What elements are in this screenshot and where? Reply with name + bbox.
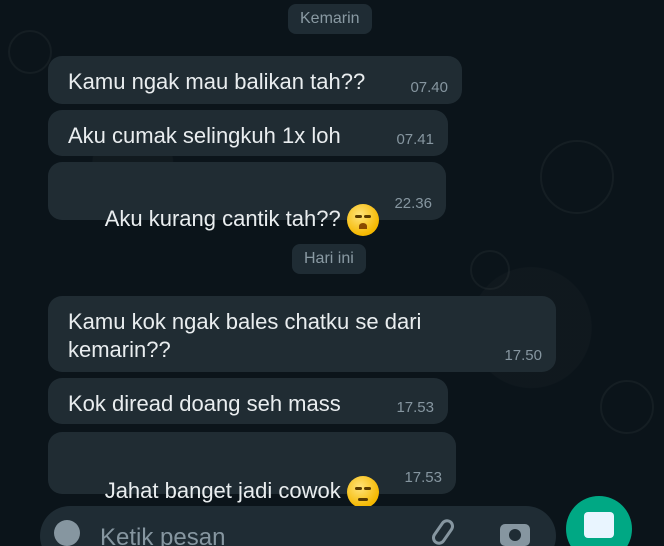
pensive-face-emoji	[346, 476, 379, 508]
message-text: Kamu kok ngak bales chatku se dari kemar…	[68, 309, 422, 362]
message-bubble[interactable]: Kamu kok ngak bales chatku se dari kemar…	[48, 296, 556, 372]
wallpaper-doodle	[8, 30, 52, 74]
message-input[interactable]: Ketik pesan	[100, 524, 225, 546]
emoji-icon[interactable]	[54, 520, 80, 546]
wallpaper-doodle	[540, 140, 614, 214]
message-time: 22.36	[394, 195, 432, 212]
message-time: 07.40	[410, 79, 448, 96]
message-bubble[interactable]: Aku cumak selingkuh 1x loh 07.41	[48, 110, 448, 156]
date-divider-today: Hari ini	[292, 244, 366, 274]
pleading-face-emoji	[346, 204, 379, 236]
message-text-content: Jahat banget jadi cowok	[104, 477, 341, 503]
attach-icon[interactable]	[429, 516, 457, 546]
message-bubble[interactable]: Jahat banget jadi cowok 17.53	[48, 432, 456, 508]
camera-icon[interactable]	[500, 524, 530, 546]
wallpaper-doodle	[600, 380, 654, 434]
message-text: Kok diread doang seh mass	[68, 391, 341, 416]
message-bubble[interactable]: Aku kurang cantik tah?? 22.36	[48, 162, 446, 236]
chat-screen: Kemarin Kamu ngak mau balikan tah?? 07.4…	[0, 0, 664, 546]
sticker-icon	[584, 512, 614, 538]
message-text: Kamu ngak mau balikan tah??	[68, 69, 366, 94]
message-bubble[interactable]: Kok diread doang seh mass 17.53	[48, 378, 448, 424]
date-divider-yesterday: Kemarin	[288, 4, 372, 34]
message-input-bar[interactable]: Ketik pesan	[40, 506, 556, 546]
message-time: 17.53	[396, 399, 434, 416]
message-text-content: Aku kurang cantik tah??	[104, 205, 341, 231]
message-text: Aku cumak selingkuh 1x loh	[68, 123, 341, 148]
wallpaper-doodle	[470, 250, 510, 290]
message-time: 17.53	[404, 469, 442, 486]
send-button[interactable]	[566, 496, 632, 546]
message-time: 17.50	[504, 347, 542, 364]
message-bubble[interactable]: Kamu ngak mau balikan tah?? 07.40	[48, 56, 462, 104]
message-time: 07.41	[396, 131, 434, 148]
